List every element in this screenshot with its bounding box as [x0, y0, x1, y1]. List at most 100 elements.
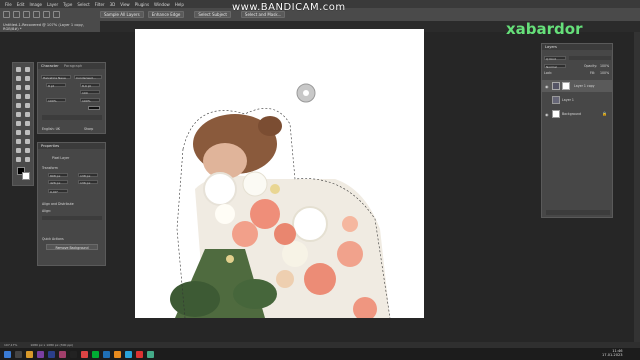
stamp-tool-icon[interactable]: [16, 112, 21, 117]
background-color-swatch[interactable]: [22, 172, 30, 180]
history-brush-tool-icon[interactable]: [25, 112, 30, 117]
vertical-scale-field[interactable]: 100%: [46, 98, 66, 103]
layer-row-copy[interactable]: ◉ Layer 1 copy: [542, 80, 612, 92]
menu-image[interactable]: Image: [29, 2, 42, 7]
firefox-icon[interactable]: [114, 350, 121, 358]
horizontal-scale-field[interactable]: 100%: [80, 98, 100, 103]
shape-tool-icon[interactable]: [25, 148, 30, 153]
visibility-eye-icon[interactable]: ◉: [545, 112, 549, 117]
menu-type[interactable]: Type: [63, 2, 72, 7]
opacity-value[interactable]: 100%: [600, 64, 609, 68]
search-icon[interactable]: [15, 350, 22, 358]
layer-name[interactable]: Layer 1 copy: [574, 84, 595, 88]
layer-name[interactable]: Background: [562, 112, 581, 116]
clock[interactable]: 11:46 17.01.2023: [602, 349, 623, 357]
select-subject-button[interactable]: Select Subject: [194, 11, 231, 18]
pen-tool-icon[interactable]: [16, 139, 21, 144]
brush-tool-icon[interactable]: [25, 103, 30, 108]
quick-actions-section[interactable]: Quick Actions: [42, 237, 64, 241]
zoom-tool-icon[interactable]: [25, 157, 30, 162]
document-tab[interactable]: Untitled-1-Recovered @ 107% (Layer 1 cop…: [0, 21, 100, 32]
width-field[interactable]: 808 px: [48, 173, 68, 178]
menu-file[interactable]: File: [5, 2, 12, 7]
xd-icon[interactable]: [59, 350, 66, 358]
layer-filter-icons[interactable]: [569, 56, 611, 60]
quick-selection-tool-icon[interactable]: [16, 85, 21, 90]
type-tool-icon[interactable]: [25, 139, 30, 144]
y-field[interactable]: 136 px: [78, 180, 98, 185]
zoom-level[interactable]: 107,17%: [4, 343, 17, 347]
home-icon[interactable]: [3, 11, 10, 18]
align-buttons[interactable]: [42, 216, 102, 220]
angle-field[interactable]: 0,00°: [48, 189, 68, 194]
lasso-tool-icon[interactable]: [25, 76, 30, 81]
menu-window[interactable]: Window: [154, 2, 170, 7]
layer-actions-bar[interactable]: [546, 210, 610, 215]
tracking-field[interactable]: 100: [80, 90, 100, 95]
app-icon[interactable]: [92, 350, 99, 358]
marquee-tool-icon[interactable]: [16, 76, 21, 81]
language-select[interactable]: English: UK: [42, 127, 60, 131]
chrome-icon[interactable]: [147, 350, 154, 358]
hand-tool-icon[interactable]: [16, 157, 21, 162]
menu-3d[interactable]: 3D: [110, 2, 116, 7]
text-style-buttons[interactable]: [42, 115, 102, 120]
tool-preset-icon[interactable]: [13, 11, 20, 18]
leading-field[interactable]: 8,9 pt: [80, 83, 100, 88]
menu-select[interactable]: Select: [77, 2, 89, 7]
remove-background-button[interactable]: Remove Background: [46, 244, 98, 250]
opera-icon[interactable]: [81, 350, 88, 358]
layer-filter-select[interactable]: Q Kind: [544, 56, 566, 61]
frame-tool-icon[interactable]: [16, 94, 21, 99]
font-style-select[interactable]: Condensed...: [74, 75, 102, 80]
layer-row-1[interactable]: Layer 1: [542, 94, 612, 106]
sample-all-layers-checkbox[interactable]: Sample All Layers: [100, 11, 144, 18]
gradient-tool-icon[interactable]: [25, 121, 30, 126]
text-color-swatch[interactable]: [88, 106, 100, 110]
menu-filter[interactable]: Filter: [95, 2, 105, 7]
eyedropper-tool-icon[interactable]: [25, 94, 30, 99]
start-icon[interactable]: [4, 350, 11, 358]
brush-size-icon[interactable]: [53, 11, 60, 18]
blend-mode-select[interactable]: Normal: [544, 64, 566, 69]
layer-name[interactable]: Layer 1: [562, 98, 574, 102]
font-family-select[interactable]: Helvetica Neue: [41, 75, 71, 80]
artboard-tool-icon[interactable]: [25, 67, 30, 72]
transform-section[interactable]: Transform: [42, 166, 58, 170]
path-selection-tool-icon[interactable]: [16, 148, 21, 153]
document-canvas[interactable]: [135, 29, 424, 318]
enhance-edge-checkbox[interactable]: Enhance Edge: [147, 11, 185, 18]
align-distribute-section[interactable]: Align and Distribute: [42, 202, 74, 206]
anti-alias-select[interactable]: Sharp: [84, 127, 93, 131]
add-selection-icon[interactable]: [33, 11, 40, 18]
folder-icon[interactable]: [26, 350, 33, 358]
fill-value[interactable]: 100%: [600, 71, 609, 75]
visibility-eye-icon[interactable]: ◉: [545, 84, 549, 89]
capcut-icon[interactable]: [70, 350, 77, 358]
after-effects-icon[interactable]: [48, 350, 55, 358]
x-field[interactable]: 426 px: [48, 180, 68, 185]
move-tool-icon[interactable]: [16, 67, 21, 72]
workspace-scrollbar[interactable]: [634, 32, 640, 342]
bandicam-icon[interactable]: [136, 350, 143, 358]
height-field[interactable]: 138 px: [78, 173, 98, 178]
eraser-tool-icon[interactable]: [16, 121, 21, 126]
menu-plugins[interactable]: Plugins: [135, 2, 149, 7]
premiere-icon[interactable]: [37, 350, 44, 358]
dodge-tool-icon[interactable]: [25, 130, 30, 135]
tab-character[interactable]: Character: [41, 64, 59, 68]
layer-row-background[interactable]: ◉ Background 🔒: [542, 108, 612, 120]
subtract-selection-icon[interactable]: [43, 11, 50, 18]
crop-tool-icon[interactable]: [25, 85, 30, 90]
tab-paragraph[interactable]: Paragraph: [64, 64, 82, 68]
menu-layer[interactable]: Layer: [47, 2, 58, 7]
menu-help[interactable]: Help: [175, 2, 184, 7]
font-size-field[interactable]: 8 pt: [46, 83, 66, 88]
photoshop-icon[interactable]: [103, 350, 110, 358]
healing-tool-icon[interactable]: [16, 103, 21, 108]
menu-view[interactable]: View: [120, 2, 130, 7]
new-selection-icon[interactable]: [23, 11, 30, 18]
blur-tool-icon[interactable]: [16, 130, 21, 135]
menu-edit[interactable]: Edit: [17, 2, 25, 7]
telegram-icon[interactable]: [125, 350, 132, 358]
